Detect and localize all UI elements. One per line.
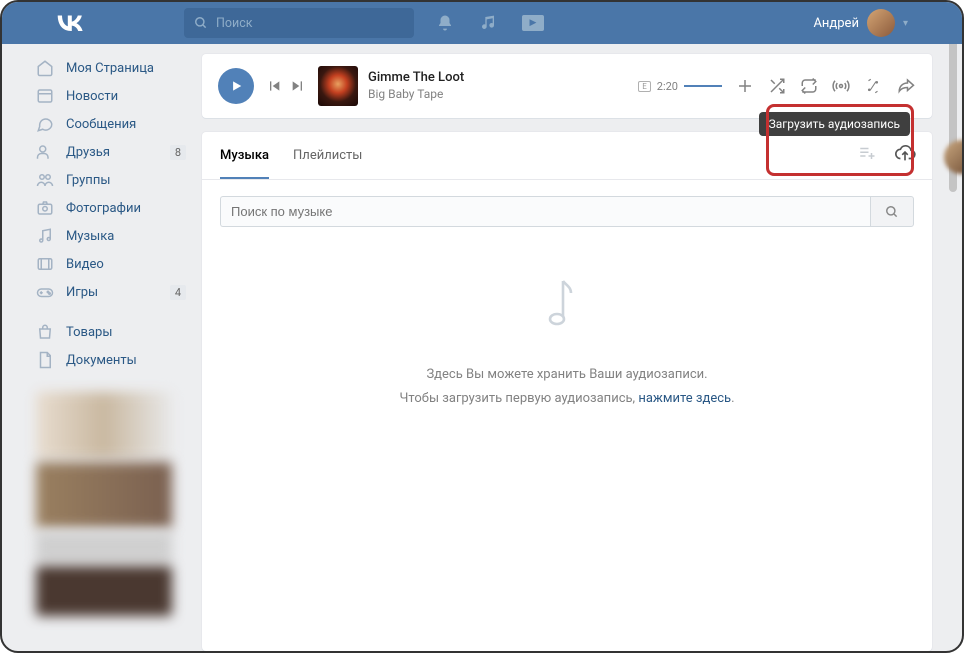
playlist-add-icon[interactable] bbox=[856, 144, 878, 162]
search-placeholder: Поиск bbox=[216, 16, 253, 31]
doc-icon bbox=[36, 351, 56, 369]
music-search-row bbox=[202, 180, 932, 237]
app-frame: Поиск ▶ Андрей ▾ Моя Страница Новости Со… bbox=[0, 0, 964, 653]
track-title: Gimme The Loot bbox=[368, 70, 464, 87]
prev-track-button[interactable] bbox=[266, 78, 282, 94]
music-note-icon bbox=[542, 273, 592, 333]
broadcast-icon[interactable] bbox=[832, 77, 850, 95]
header-icons: ▶ bbox=[436, 14, 544, 32]
nav-music[interactable]: Музыка bbox=[36, 222, 186, 250]
album-art[interactable] bbox=[318, 66, 358, 106]
camera-icon bbox=[36, 199, 56, 217]
global-search[interactable]: Поиск bbox=[184, 8, 414, 38]
repeat-icon[interactable] bbox=[800, 77, 818, 95]
scrollbar[interactable] bbox=[949, 12, 957, 641]
nav-photos[interactable]: Фотографии bbox=[36, 194, 186, 222]
music-icon[interactable] bbox=[480, 14, 496, 32]
vk-logo[interactable] bbox=[56, 15, 84, 31]
upload-tooltip: Загрузить аудиозапись bbox=[759, 112, 910, 136]
main-column: Gimme The Loot Big Baby Tape E 2:20 bbox=[202, 54, 932, 651]
shuffle-icon[interactable] bbox=[768, 77, 786, 95]
nav-news[interactable]: Новости bbox=[36, 82, 186, 110]
bag-icon bbox=[36, 323, 56, 341]
avatar bbox=[867, 9, 895, 37]
empty-line2: Чтобы загрузить первую аудиозапись, нажм… bbox=[202, 387, 932, 410]
share-icon[interactable] bbox=[896, 77, 916, 95]
sidebar: Моя Страница Новости Сообщения Друзья8 Г… bbox=[36, 54, 186, 651]
badge: 4 bbox=[170, 285, 186, 300]
slash-icon[interactable] bbox=[864, 77, 882, 95]
tab-music[interactable]: Музыка bbox=[220, 132, 269, 179]
play-square-icon[interactable]: ▶ bbox=[522, 14, 544, 32]
progress-line[interactable] bbox=[684, 85, 722, 87]
video-icon bbox=[36, 255, 56, 273]
track-time: E 2:20 bbox=[638, 80, 722, 93]
page-layout: Моя Страница Новости Сообщения Друзья8 Г… bbox=[2, 44, 962, 651]
chevron-down-icon: ▾ bbox=[903, 18, 908, 29]
games-icon bbox=[36, 283, 56, 301]
upload-link[interactable]: нажмите здесь bbox=[638, 391, 731, 406]
top-header: Поиск ▶ Андрей ▾ bbox=[2, 2, 962, 44]
tab-actions: Загрузить аудиозапись bbox=[856, 142, 918, 164]
track-artist: Big Baby Tape bbox=[368, 87, 464, 103]
player-controls bbox=[266, 78, 306, 94]
friends-icon bbox=[36, 143, 56, 161]
nav-my-page[interactable]: Моя Страница bbox=[36, 54, 186, 82]
upload-cloud-icon[interactable] bbox=[892, 142, 918, 164]
nav-messages[interactable]: Сообщения bbox=[36, 110, 186, 138]
username: Андрей bbox=[813, 16, 859, 31]
music-search-button[interactable] bbox=[870, 196, 914, 227]
news-icon bbox=[36, 87, 56, 105]
audio-player: Gimme The Loot Big Baby Tape E 2:20 bbox=[202, 54, 932, 118]
bell-icon[interactable] bbox=[436, 14, 454, 32]
explicit-icon: E bbox=[638, 81, 651, 92]
side-avatar[interactable] bbox=[944, 140, 964, 174]
home-icon bbox=[36, 59, 56, 77]
empty-line1: Здесь Вы можете хранить Ваши аудиозаписи… bbox=[202, 363, 932, 386]
nav-friends[interactable]: Друзья8 bbox=[36, 138, 186, 166]
tabs: Музыка Плейлисты Загрузить аудиозапись bbox=[202, 132, 932, 180]
play-button[interactable] bbox=[218, 68, 254, 104]
add-track-button[interactable] bbox=[736, 77, 754, 95]
track-info: Gimme The Loot Big Baby Tape bbox=[368, 70, 464, 102]
groups-icon bbox=[36, 171, 56, 189]
nav-market[interactable]: Товары bbox=[36, 318, 186, 346]
nav-video[interactable]: Видео bbox=[36, 250, 186, 278]
user-menu[interactable]: Андрей ▾ bbox=[813, 2, 908, 44]
music-nav-icon bbox=[36, 227, 56, 245]
message-icon bbox=[36, 115, 56, 133]
sidebar-ads bbox=[36, 392, 186, 616]
badge: 8 bbox=[170, 145, 186, 160]
nav-docs[interactable]: Документы bbox=[36, 346, 186, 374]
music-card: Музыка Плейлисты Загрузить аудиозапись bbox=[202, 132, 932, 651]
nav-groups[interactable]: Группы bbox=[36, 166, 186, 194]
empty-state: Здесь Вы можете хранить Ваши аудиозаписи… bbox=[202, 237, 932, 430]
music-search-input[interactable] bbox=[220, 196, 870, 227]
nav-games[interactable]: Игры4 bbox=[36, 278, 186, 306]
tab-playlists[interactable]: Плейлисты bbox=[293, 132, 362, 179]
next-track-button[interactable] bbox=[290, 78, 306, 94]
